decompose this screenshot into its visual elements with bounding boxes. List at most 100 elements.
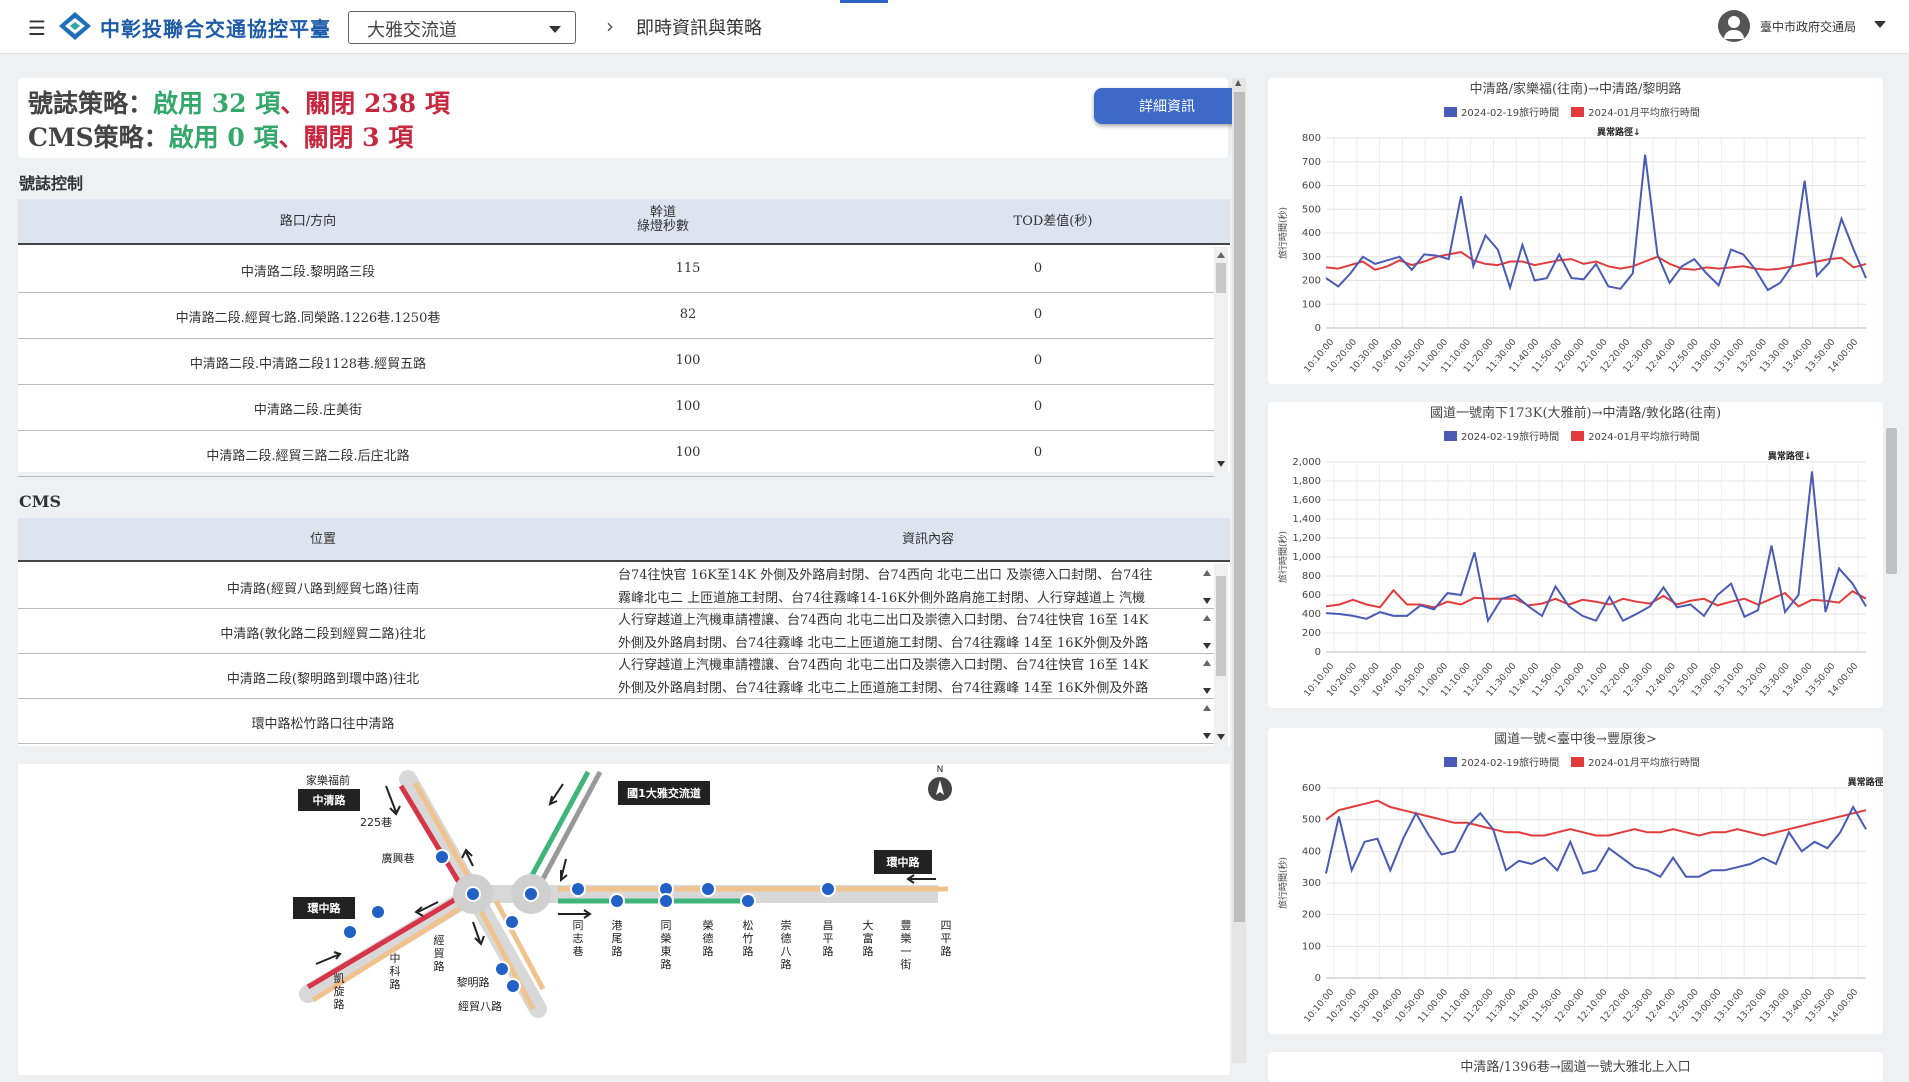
chevron-right-icon: › bbox=[606, 14, 614, 38]
y-tick-label: 1,400 bbox=[1292, 514, 1321, 525]
scroll-down-icon[interactable] bbox=[1203, 688, 1211, 694]
table-row[interactable]: 中清路(敦化路二段到經貿二路)往北 人行穿越道上汽機車請禮讓、台74西向 北屯二出… bbox=[18, 609, 1214, 654]
signal-strategy-label: 號誌策略： bbox=[28, 89, 154, 118]
user-name[interactable]: 臺中市政府交通局 bbox=[1760, 18, 1856, 35]
left-pane-scrollbar[interactable]: ▲ bbox=[1232, 78, 1246, 1063]
y-tick-label: 500 bbox=[1302, 815, 1321, 826]
signal-marker[interactable] bbox=[700, 881, 716, 897]
y-tick-label: 0 bbox=[1315, 647, 1321, 658]
signal-marker[interactable] bbox=[434, 849, 450, 865]
interchange-select[interactable]: 大雅交流道 bbox=[348, 11, 576, 44]
scroll-thumb[interactable] bbox=[1886, 428, 1897, 574]
table-row[interactable]: 中清路二段.庄美街 100 0 bbox=[18, 385, 1214, 431]
cms-table-scrollbar[interactable] bbox=[1214, 564, 1228, 746]
scroll-up-icon[interactable]: ▲ bbox=[1235, 78, 1241, 87]
signal-marker[interactable] bbox=[370, 904, 386, 920]
y-tick-label: 0 bbox=[1315, 323, 1321, 334]
signal-marker[interactable] bbox=[658, 893, 674, 909]
interchange-select-value: 大雅交流道 bbox=[367, 20, 457, 41]
map-label-huanzhong-right: 環中路 bbox=[887, 855, 921, 869]
signal-marker[interactable] bbox=[504, 914, 520, 930]
y-tick-label: 800 bbox=[1302, 133, 1321, 144]
menu-icon[interactable]: ☰ bbox=[28, 16, 46, 40]
map-label-225: 225巷 bbox=[360, 816, 392, 829]
green-seconds: 100 bbox=[675, 399, 701, 414]
scroll-down-icon[interactable] bbox=[1203, 598, 1211, 604]
signal-marker[interactable] bbox=[465, 886, 481, 902]
table-row[interactable]: 環中路松竹路口往中清路 bbox=[18, 699, 1214, 744]
scroll-down-icon[interactable] bbox=[1203, 643, 1211, 649]
signal-control-table: 路口/方向 幹道 綠燈秒數 TOD差值(秒) 中清路二段.黎明路三段 115 0 中清… bbox=[18, 199, 1230, 477]
user-avatar-icon[interactable] bbox=[1718, 10, 1750, 42]
table-row[interactable]: 中清路二段.中清路二段1128巷.經貿五路 100 0 bbox=[18, 339, 1214, 385]
cell-scrollbar[interactable] bbox=[1200, 568, 1212, 606]
cell-scrollbar[interactable] bbox=[1200, 703, 1212, 741]
annotation-label: 異常路徑↓ bbox=[1848, 776, 1883, 788]
signal-marker[interactable] bbox=[342, 924, 358, 940]
cms-message: 人行穿越道上汽機車請禮讓、台74西向 北屯二出口及崇德入口封閉、台74往快官 1… bbox=[618, 609, 1198, 655]
signal-marker[interactable] bbox=[609, 893, 625, 909]
table-row[interactable]: 中清路二段.經貿三路二段.后庄北路 100 0 bbox=[18, 431, 1214, 477]
signal-marker[interactable] bbox=[570, 881, 586, 897]
map-label-jiale: 家樂福前 bbox=[306, 773, 350, 787]
signal-marker[interactable] bbox=[740, 893, 756, 909]
signal-marker[interactable] bbox=[523, 886, 539, 902]
tod-diff: 0 bbox=[1033, 399, 1043, 414]
ramp-green bbox=[520, 770, 591, 894]
map-label-songzhu: 松竹路 bbox=[743, 918, 754, 958]
detail-info-button[interactable]: 詳細資訊 bbox=[1094, 88, 1238, 124]
y-tick-label: 400 bbox=[1302, 846, 1321, 857]
scroll-thumb[interactable] bbox=[1216, 576, 1226, 676]
green-seconds: 100 bbox=[675, 445, 701, 460]
line-chart-1: 010020030040050060070080010:10:0010:20:0… bbox=[1277, 126, 1867, 375]
scroll-thumb[interactable] bbox=[1234, 92, 1245, 922]
series-line bbox=[1325, 250, 1867, 271]
cms-message: 人行穿越道上汽機車請禮讓、台74西向 北屯二出口及崇德入口封閉、台74往快官 1… bbox=[618, 654, 1198, 700]
right-pane-scrollbar[interactable] bbox=[1883, 78, 1899, 1063]
map-label-tongzhi: 同志巷 bbox=[573, 919, 584, 958]
tod-diff: 0 bbox=[1033, 307, 1043, 322]
map-label-gangwei: 港尾路 bbox=[612, 919, 623, 958]
scroll-up-icon[interactable] bbox=[1203, 705, 1211, 711]
scroll-down-icon[interactable] bbox=[1217, 734, 1225, 740]
chart-card-4: 中清路/1396巷→國道一號大雅北上入口 bbox=[1268, 1052, 1883, 1082]
signal-strategy-separator: 、 bbox=[280, 89, 306, 118]
table-row[interactable]: 中清路二段.經貿七路.同榮路.1226巷.1250巷 82 0 bbox=[18, 293, 1214, 339]
signal-table-scrollbar[interactable] bbox=[1214, 247, 1228, 472]
tod-diff: 0 bbox=[1033, 261, 1043, 276]
table-row[interactable]: 中清路(經貿八路到經貿七路)往南 台74往快官 16K至14K 外側及外路肩封閉、… bbox=[18, 564, 1214, 609]
y-tick-label: 600 bbox=[1302, 783, 1321, 794]
series-line bbox=[1325, 471, 1867, 624]
user-menu-chevron-icon[interactable] bbox=[1874, 21, 1886, 28]
cms-location: 中清路(經貿八路到經貿七路)往南 bbox=[226, 582, 420, 597]
scroll-down-icon[interactable] bbox=[1217, 461, 1225, 467]
table-row[interactable]: 中清路二段.黎明路三段 115 0 bbox=[18, 247, 1214, 293]
signal-marker[interactable] bbox=[494, 961, 510, 977]
cms-table: 位置 資訊內容 中清路(經貿八路到經貿七路)往南 台74往快官 16K至14K 外… bbox=[18, 518, 1230, 746]
y-tick-label: 200 bbox=[1302, 628, 1321, 639]
table-row[interactable]: 中清路二段(黎明路到環中路)往北 人行穿越道上汽機車請禮讓、台74西向 北屯二出口… bbox=[18, 654, 1214, 699]
cms-message-line1: 台74往快官 16K至14K 外側及外路肩封閉、台74西向 北屯二出口 及崇德入… bbox=[618, 568, 1153, 583]
map-label-zhongke: 中科路 bbox=[390, 952, 401, 991]
scroll-up-icon[interactable] bbox=[1203, 615, 1211, 621]
y-tick-label: 1,000 bbox=[1292, 552, 1321, 563]
tab-indicator bbox=[840, 0, 888, 3]
intersection-name: 中清路二段.黎明路三段 bbox=[240, 265, 376, 280]
scroll-up-icon[interactable] bbox=[1203, 570, 1211, 576]
y-tick-label: 1,200 bbox=[1292, 533, 1321, 544]
y-tick-label: 2,000 bbox=[1292, 457, 1321, 468]
cms-strategy-separator: 、 bbox=[278, 123, 304, 152]
cell-scrollbar[interactable] bbox=[1200, 658, 1212, 696]
signal-marker[interactable] bbox=[820, 881, 836, 897]
scroll-up-icon[interactable] bbox=[1203, 660, 1211, 666]
scroll-down-icon[interactable] bbox=[1203, 733, 1211, 739]
y-tick-label: 0 bbox=[1315, 973, 1321, 984]
series-line bbox=[1325, 154, 1867, 292]
cell-scrollbar[interactable] bbox=[1200, 613, 1212, 651]
scroll-thumb[interactable] bbox=[1216, 263, 1226, 293]
y-tick-label: 1,600 bbox=[1292, 495, 1321, 506]
scroll-up-icon[interactable] bbox=[1217, 252, 1225, 258]
signal-marker[interactable] bbox=[505, 978, 521, 994]
map-label-siping: 四平路 bbox=[941, 919, 952, 958]
brand-logo-icon bbox=[59, 12, 91, 40]
